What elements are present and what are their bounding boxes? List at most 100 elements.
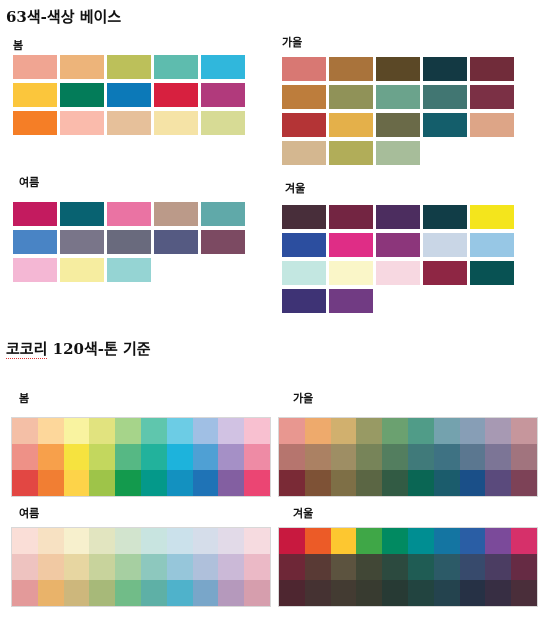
tone-swatch	[511, 554, 537, 580]
tone-strip-winter-120	[278, 527, 538, 607]
color-swatch	[423, 57, 467, 81]
tone-swatch	[166, 580, 193, 606]
label-autumn-63: 가을	[282, 36, 303, 49]
tone-swatch	[459, 470, 486, 496]
color-swatch	[107, 55, 151, 79]
label-winter-120: 겨울	[293, 507, 314, 520]
swatch-grid-spring-63	[13, 55, 245, 135]
tone-swatch	[407, 554, 434, 580]
tone-swatch	[166, 418, 193, 444]
tone-swatch	[511, 528, 537, 554]
tone-swatch	[140, 580, 167, 606]
tone-swatch	[382, 418, 408, 444]
tone-swatch	[218, 444, 245, 470]
tone-swatch	[140, 444, 167, 470]
color-swatch	[376, 205, 420, 229]
color-swatch	[13, 258, 57, 282]
color-swatch	[376, 261, 420, 285]
color-swatch	[13, 83, 57, 107]
color-swatch	[470, 261, 514, 285]
color-swatch	[154, 55, 198, 79]
color-swatch	[423, 85, 467, 109]
tone-swatch	[511, 580, 537, 606]
tone-swatch	[63, 470, 90, 496]
tone-swatch	[37, 554, 64, 580]
tone-swatch	[304, 580, 331, 606]
tone-swatch	[166, 554, 193, 580]
tone-swatch	[279, 580, 305, 606]
tone-swatch	[433, 580, 460, 606]
color-swatch	[201, 55, 245, 79]
tone-swatch	[63, 554, 90, 580]
tone-swatch	[356, 580, 383, 606]
tone-swatch	[304, 528, 331, 554]
color-swatch	[107, 83, 151, 107]
tone-swatch	[12, 418, 38, 444]
label-winter-63: 겨울	[285, 182, 306, 195]
title-120-rest: 120색-톤 기준	[47, 340, 151, 358]
tone-swatch	[330, 554, 357, 580]
color-swatch	[376, 57, 420, 81]
tone-swatch	[166, 528, 193, 554]
color-swatch	[329, 205, 373, 229]
tone-swatch	[433, 444, 460, 470]
tone-swatch	[433, 528, 460, 554]
tone-swatch	[433, 470, 460, 496]
color-swatch	[13, 55, 57, 79]
tone-swatch	[115, 580, 141, 606]
tone-swatch	[407, 470, 434, 496]
tone-swatch	[244, 554, 270, 580]
tone-swatch	[356, 554, 383, 580]
color-swatch	[201, 111, 245, 135]
tone-swatch	[192, 580, 219, 606]
tone-swatch	[37, 418, 64, 444]
label-spring-120: 봄	[19, 392, 30, 405]
tone-swatch	[459, 418, 486, 444]
color-swatch	[282, 205, 326, 229]
label-summer-120: 여름	[19, 507, 40, 520]
tone-swatch	[115, 470, 141, 496]
tone-swatch	[192, 418, 219, 444]
color-swatch	[423, 113, 467, 137]
color-swatch	[107, 202, 151, 226]
tone-swatch	[140, 528, 167, 554]
color-swatch	[376, 85, 420, 109]
swatch-grid-summer-63	[13, 202, 245, 282]
tone-swatch	[304, 554, 331, 580]
tone-swatch	[407, 528, 434, 554]
color-swatch	[470, 57, 514, 81]
tone-swatch	[304, 470, 331, 496]
tone-strip-spring-120	[11, 417, 271, 497]
label-summer-63: 여름	[19, 176, 40, 189]
tone-strip-autumn-120	[278, 417, 538, 497]
tone-swatch	[166, 470, 193, 496]
tone-swatch	[12, 580, 38, 606]
tone-swatch	[382, 580, 408, 606]
tone-swatch	[279, 554, 305, 580]
tone-swatch	[244, 444, 270, 470]
tone-swatch	[356, 418, 383, 444]
tone-swatch	[459, 554, 486, 580]
color-swatch	[60, 111, 104, 135]
section-title-120: 코코리 120색-톤 기준	[6, 338, 151, 359]
tone-swatch	[459, 580, 486, 606]
color-swatch	[60, 55, 104, 79]
color-swatch	[470, 113, 514, 137]
tone-swatch	[218, 528, 245, 554]
tone-swatch	[63, 418, 90, 444]
color-swatch	[470, 205, 514, 229]
tone-swatch	[279, 528, 305, 554]
tone-swatch	[330, 418, 357, 444]
tone-swatch	[115, 554, 141, 580]
color-swatch	[201, 202, 245, 226]
tone-swatch	[89, 418, 116, 444]
tone-swatch	[279, 418, 305, 444]
tone-swatch	[89, 444, 116, 470]
tone-swatch	[218, 580, 245, 606]
tone-swatch	[192, 554, 219, 580]
tone-strip-summer-120	[11, 527, 271, 607]
tone-swatch	[511, 444, 537, 470]
color-swatch	[282, 233, 326, 257]
tone-swatch	[12, 528, 38, 554]
tone-swatch	[218, 554, 245, 580]
